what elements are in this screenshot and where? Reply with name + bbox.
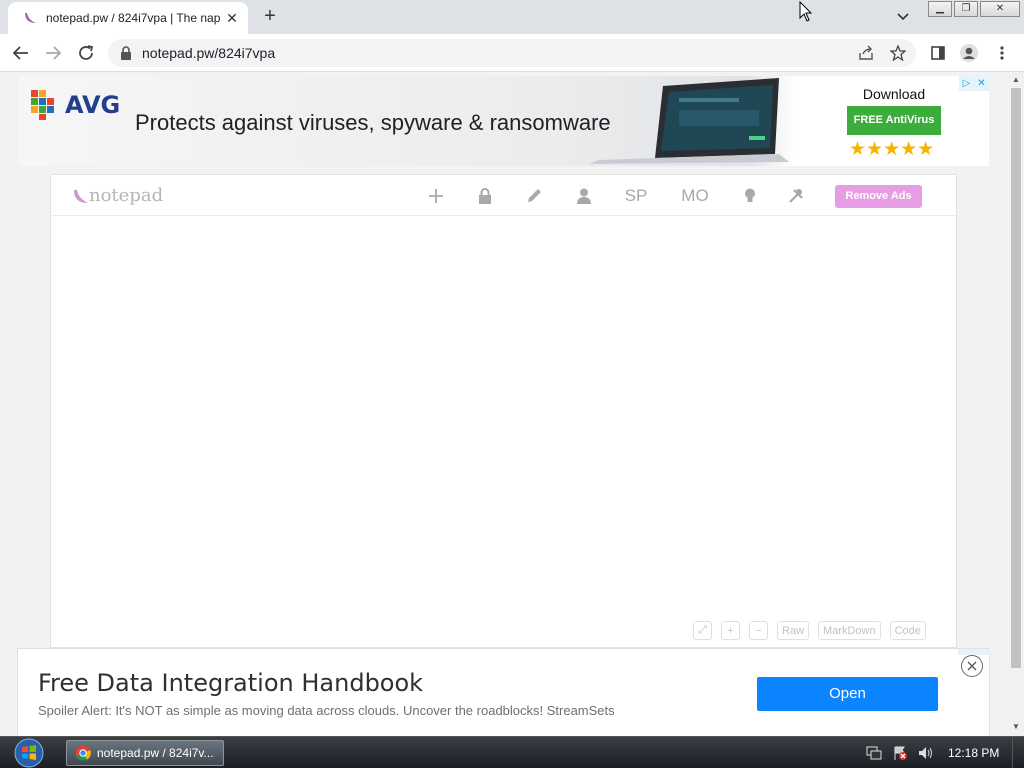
ad-headline: Protects against viruses, spyware & rans… bbox=[135, 110, 611, 135]
windows-logo-icon bbox=[14, 738, 44, 768]
window-close-button[interactable]: ✕ bbox=[980, 1, 1020, 17]
avg-logo-icon bbox=[31, 90, 54, 120]
laptop-image bbox=[589, 78, 789, 164]
start-button[interactable] bbox=[8, 738, 50, 768]
chrome-icon bbox=[75, 745, 91, 761]
bottom-ad-title: Free Data Integration Handbook bbox=[38, 669, 424, 697]
adchoices-icon[interactable]: ▷ bbox=[959, 76, 974, 91]
taskbar-clock[interactable]: 12:18 PM bbox=[948, 746, 999, 760]
adchoices-strip[interactable] bbox=[958, 649, 990, 655]
action-center-flag-icon[interactable] bbox=[892, 745, 908, 761]
top-banner-ad[interactable]: AVG Protects against viruses, spyware & … bbox=[19, 76, 989, 166]
ad-close-icon[interactable]: ✕ bbox=[974, 76, 989, 91]
note-text-area[interactable] bbox=[51, 217, 956, 647]
rating-stars: ★★★★★ bbox=[849, 139, 935, 160]
browser-tab-bar: notepad.pw / 824i7vpa | The nap ✕ + ▁ ❐ … bbox=[0, 0, 1024, 34]
side-panel-icon[interactable] bbox=[928, 43, 948, 63]
tab-close-icon[interactable]: ✕ bbox=[224, 10, 240, 26]
system-tray bbox=[866, 745, 934, 761]
adchoices-badge[interactable]: ▷ ✕ bbox=[959, 76, 989, 91]
remove-ads-button[interactable]: Remove Ads bbox=[835, 185, 922, 208]
free-antivirus-button[interactable]: FREE AntiVirus bbox=[847, 106, 941, 135]
bookmark-star-icon[interactable] bbox=[888, 43, 908, 63]
notepad-card: notepad SP MO Remove Ads ⤢ + − Raw MarkD… bbox=[50, 174, 957, 648]
edit-pencil-icon[interactable] bbox=[525, 185, 543, 207]
user-icon[interactable] bbox=[575, 185, 593, 207]
bottom-banner-ad[interactable]: Free Data Integration Handbook Spoiler A… bbox=[17, 648, 990, 738]
tab-search-chevron-icon[interactable] bbox=[896, 9, 914, 25]
restore-button[interactable]: ❐ bbox=[954, 1, 978, 17]
bottom-ad-close-icon[interactable] bbox=[961, 655, 983, 677]
lock-note-icon[interactable] bbox=[476, 185, 494, 207]
notepad-logo-text: notepad bbox=[89, 185, 164, 206]
address-bar[interactable]: notepad.pw/824i7vpa bbox=[108, 39, 916, 67]
share-icon[interactable] bbox=[856, 43, 876, 63]
expand-icon[interactable]: ⤢ bbox=[693, 621, 712, 640]
reload-icon[interactable] bbox=[75, 42, 97, 64]
code-mode-button[interactable]: Code bbox=[889, 621, 926, 640]
windows-taskbar: notepad.pw / 824i7v... 12:18 PM bbox=[0, 736, 1024, 768]
menu-kebab-icon[interactable] bbox=[992, 43, 1012, 63]
taskbar-chrome-item[interactable]: notepad.pw / 824i7v... bbox=[66, 740, 224, 766]
bottom-ad-subtitle: Spoiler Alert: It's NOT as simple as mov… bbox=[38, 703, 615, 718]
volume-icon[interactable] bbox=[918, 746, 934, 760]
notepad-favicon-icon bbox=[22, 10, 38, 26]
lock-icon bbox=[120, 46, 132, 60]
show-desktop-button[interactable] bbox=[1012, 737, 1024, 768]
browser-tab[interactable]: notepad.pw / 824i7vpa | The nap ✕ bbox=[8, 2, 248, 34]
url-text: notepad.pw/824i7vpa bbox=[142, 45, 276, 61]
mo-button[interactable]: MO bbox=[679, 185, 711, 207]
taskbar-item-label: notepad.pw / 824i7v... bbox=[97, 746, 214, 760]
markdown-mode-button[interactable]: MarkDown bbox=[818, 621, 881, 640]
raw-mode-button[interactable]: Raw bbox=[777, 621, 810, 640]
minimize-button[interactable]: ▁ bbox=[928, 1, 952, 17]
open-button[interactable]: Open bbox=[757, 677, 938, 711]
sp-button[interactable]: SP bbox=[624, 185, 648, 207]
mouse-cursor-icon bbox=[799, 1, 813, 22]
tab-title: notepad.pw / 824i7vpa | The nap bbox=[46, 11, 221, 25]
scroll-thumb[interactable] bbox=[1011, 88, 1021, 668]
format-toolbar: ⤢ + − Raw MarkDown Code bbox=[693, 621, 926, 640]
scroll-down-arrow-icon[interactable]: ▼ bbox=[1011, 722, 1021, 732]
back-arrow-icon[interactable] bbox=[10, 42, 32, 64]
notepad-logo-icon bbox=[74, 189, 88, 203]
vertical-scrollbar[interactable]: ▲ ▼ bbox=[1008, 72, 1024, 736]
notepad-header: notepad SP MO Remove Ads bbox=[51, 175, 956, 216]
network-icon[interactable] bbox=[866, 746, 882, 760]
font-decrease-icon[interactable]: − bbox=[749, 621, 768, 640]
lightbulb-icon[interactable] bbox=[742, 185, 758, 207]
avg-brand-text: AVG bbox=[65, 91, 121, 119]
forward-arrow-icon[interactable] bbox=[42, 42, 64, 64]
tools-icon[interactable] bbox=[787, 185, 805, 207]
profile-avatar-icon[interactable] bbox=[959, 43, 979, 63]
avg-logo: AVG bbox=[31, 90, 120, 120]
browser-toolbar: notepad.pw/824i7vpa bbox=[0, 34, 1024, 72]
new-tab-button[interactable]: + bbox=[258, 6, 282, 28]
notepad-logo[interactable]: notepad bbox=[71, 185, 163, 206]
scroll-up-arrow-icon[interactable]: ▲ bbox=[1011, 75, 1021, 85]
font-increase-icon[interactable]: + bbox=[721, 621, 740, 640]
add-note-icon[interactable] bbox=[427, 185, 445, 207]
